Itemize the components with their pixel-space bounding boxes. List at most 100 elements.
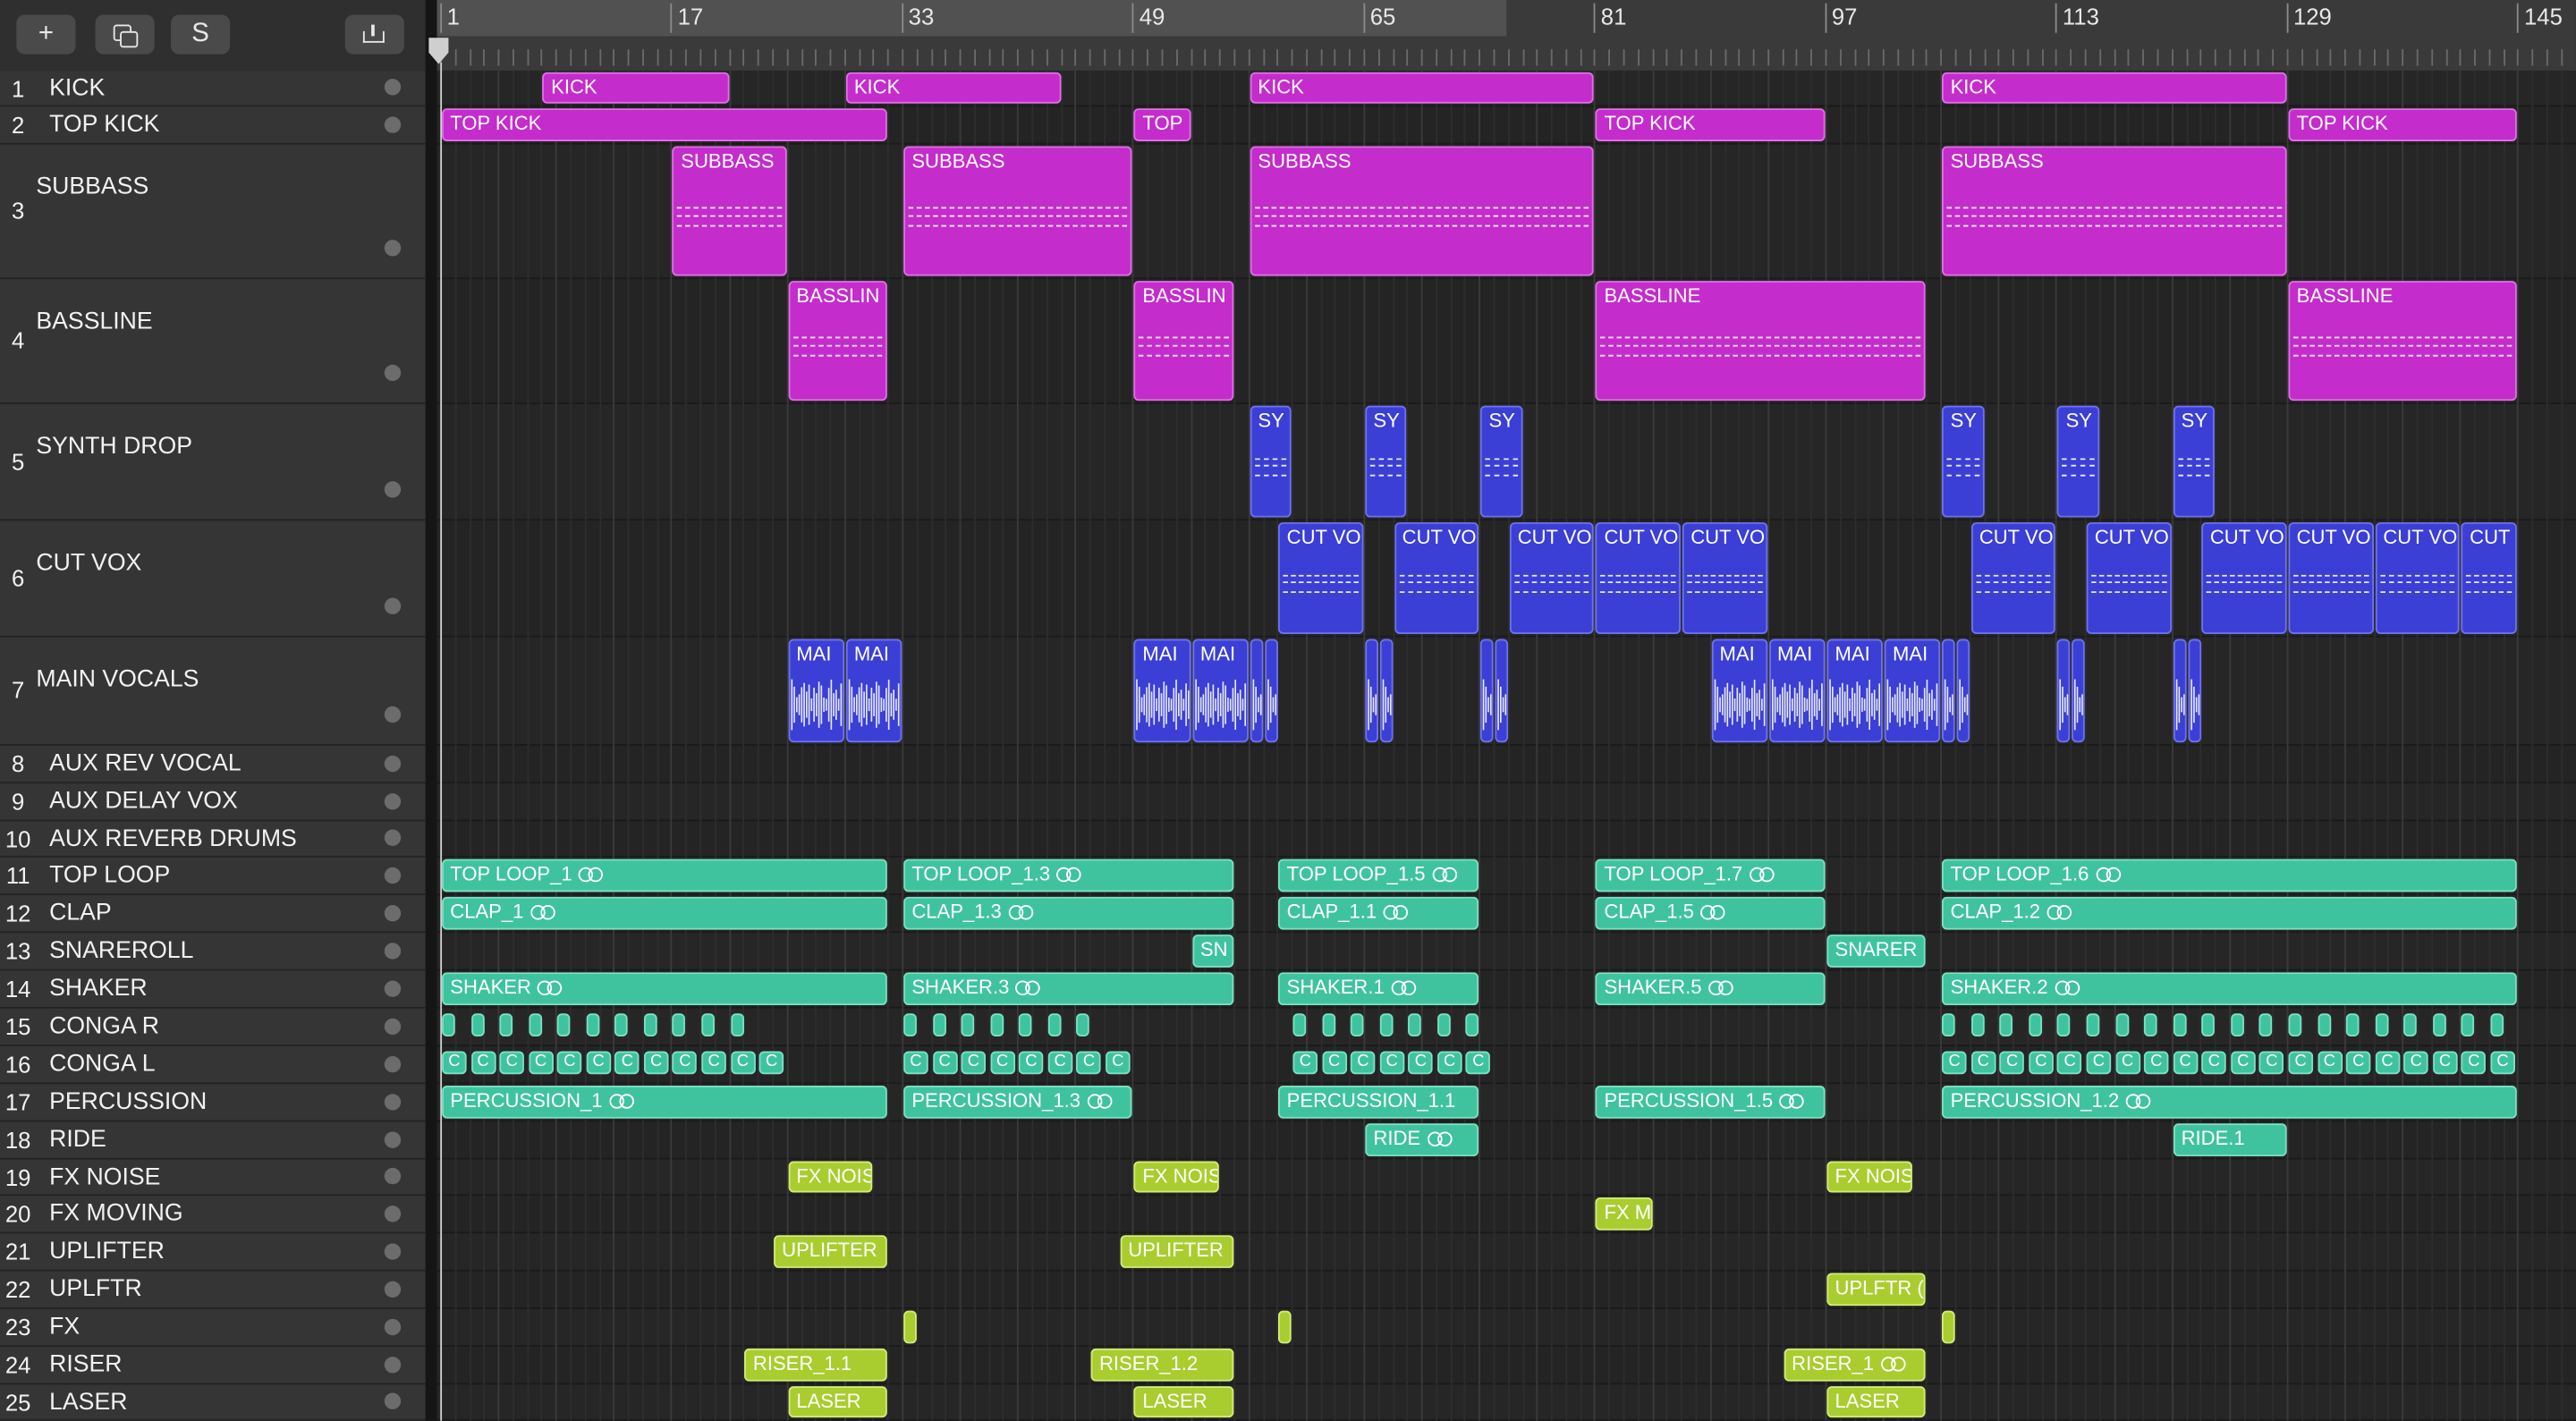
cycle-area[interactable] bbox=[436, 0, 1507, 37]
conga-region[interactable] bbox=[499, 1013, 513, 1036]
conga-region[interactable]: C bbox=[701, 1051, 726, 1075]
conga-region[interactable]: C bbox=[2144, 1051, 2169, 1075]
region[interactable] bbox=[1379, 639, 1394, 743]
region[interactable]: SUBBASS bbox=[1250, 146, 1595, 276]
track-record-button[interactable] bbox=[384, 1392, 402, 1409]
region[interactable]: KICK bbox=[845, 72, 1061, 104]
region[interactable] bbox=[1480, 639, 1494, 743]
region[interactable]: CUT VO bbox=[1394, 522, 1479, 634]
track-record-button[interactable] bbox=[384, 79, 402, 96]
track-record-button[interactable] bbox=[384, 706, 402, 723]
track-header[interactable]: 13 SNAREROLL bbox=[0, 933, 426, 971]
conga-region[interactable] bbox=[932, 1013, 946, 1036]
region[interactable]: UPLIFTER bbox=[1120, 1235, 1234, 1268]
region[interactable]: SNARER bbox=[1826, 935, 1927, 968]
conga-region[interactable]: C bbox=[1970, 1051, 1996, 1075]
playhead-icon[interactable] bbox=[428, 36, 451, 65]
region[interactable]: CUT VO bbox=[1509, 522, 1595, 634]
region[interactable]: CUT VO bbox=[2375, 522, 2461, 634]
conga-region[interactable] bbox=[1942, 1013, 1956, 1036]
region[interactable] bbox=[1956, 639, 1970, 743]
region[interactable]: FX NOIS bbox=[1826, 1161, 1912, 1193]
conga-region[interactable]: C bbox=[2345, 1051, 2371, 1075]
conga-region[interactable]: C bbox=[961, 1051, 987, 1075]
region[interactable]: CLAP_1 bbox=[442, 896, 888, 930]
region[interactable] bbox=[1942, 1310, 1956, 1344]
region[interactable] bbox=[1942, 639, 1956, 743]
track-header[interactable]: 8 AUX REV VOCAL bbox=[0, 746, 426, 784]
conga-region[interactable]: C bbox=[1379, 1051, 1404, 1075]
conga-region[interactable]: C bbox=[2029, 1051, 2054, 1075]
track-header[interactable]: 10 AUX REVERB DRUMS bbox=[0, 821, 426, 858]
region[interactable]: CUT VO bbox=[1970, 522, 2056, 634]
conga-region[interactable] bbox=[1970, 1013, 1985, 1036]
conga-region[interactable]: C bbox=[442, 1051, 467, 1075]
track-record-button[interactable] bbox=[384, 364, 402, 382]
region[interactable]: TOP KICK bbox=[1596, 108, 1826, 141]
conga-region[interactable]: C bbox=[2432, 1051, 2458, 1075]
conga-region[interactable] bbox=[2403, 1013, 2418, 1036]
conga-region[interactable] bbox=[2144, 1013, 2157, 1036]
region[interactable]: PERCUSSION_1.3 bbox=[903, 1086, 1133, 1119]
conga-region[interactable] bbox=[442, 1013, 455, 1036]
region[interactable]: RISER_1.1 bbox=[744, 1348, 888, 1382]
conga-region[interactable]: C bbox=[2173, 1051, 2198, 1075]
region[interactable]: MAI bbox=[1826, 639, 1884, 743]
region[interactable] bbox=[2072, 639, 2086, 743]
region[interactable]: CLAP_1.2 bbox=[1942, 896, 2518, 930]
region[interactable]: TOP KICK bbox=[2288, 108, 2518, 141]
track-header[interactable]: 2 TOP KICK bbox=[0, 106, 426, 145]
conga-region[interactable]: C bbox=[614, 1051, 640, 1075]
region[interactable]: KICK bbox=[1250, 72, 1595, 104]
region[interactable]: RIDE bbox=[1365, 1123, 1479, 1157]
conga-region[interactable]: C bbox=[2375, 1051, 2400, 1075]
conga-region[interactable]: C bbox=[730, 1051, 756, 1075]
conga-region[interactable] bbox=[2461, 1013, 2475, 1036]
track-header[interactable]: 18 RIDE bbox=[0, 1121, 426, 1160]
region[interactable]: SY bbox=[2057, 405, 2099, 518]
region[interactable]: UPLIFTER bbox=[773, 1235, 888, 1268]
track-header[interactable]: 7 MAIN VOCALS bbox=[0, 638, 426, 746]
region[interactable] bbox=[2173, 639, 2187, 743]
conga-region[interactable]: C bbox=[586, 1051, 611, 1075]
region[interactable] bbox=[1250, 639, 1263, 743]
region[interactable]: BASSLINE bbox=[2288, 281, 2518, 402]
region[interactable]: SY bbox=[1480, 405, 1522, 518]
conga-region[interactable]: C bbox=[1019, 1051, 1044, 1075]
track-record-button[interactable] bbox=[384, 866, 402, 884]
conga-region[interactable]: C bbox=[1408, 1051, 1434, 1075]
region[interactable]: RIDE.1 bbox=[2173, 1123, 2287, 1157]
track-header[interactable]: 11 TOP LOOP bbox=[0, 858, 426, 896]
track-header[interactable]: 25 LASER bbox=[0, 1384, 426, 1421]
region[interactable]: MAI bbox=[1711, 639, 1767, 743]
region[interactable]: MAI bbox=[845, 639, 902, 743]
bar-ruler[interactable]: 1 17 33 49 65 81 97 113 129 145 bbox=[436, 0, 2576, 71]
region[interactable] bbox=[1264, 639, 1278, 743]
region[interactable]: FX NOIS bbox=[788, 1161, 874, 1193]
conga-region[interactable] bbox=[1999, 1013, 2013, 1036]
region[interactable]: SHAKER.1 bbox=[1278, 972, 1479, 1006]
conga-region[interactable] bbox=[643, 1013, 657, 1036]
conga-region[interactable] bbox=[961, 1013, 975, 1036]
track-header[interactable]: 20 FX MOVING bbox=[0, 1196, 426, 1234]
region[interactable]: SHAKER bbox=[442, 972, 888, 1006]
conga-region[interactable] bbox=[2086, 1013, 2100, 1036]
conga-region[interactable] bbox=[614, 1013, 629, 1036]
conga-region[interactable]: C bbox=[2230, 1051, 2256, 1075]
track-header[interactable]: 24 RISER bbox=[0, 1347, 426, 1385]
region[interactable]: CLAP_1.3 bbox=[903, 896, 1234, 930]
track-record-button[interactable] bbox=[384, 942, 402, 959]
track-record-button[interactable] bbox=[384, 1317, 402, 1335]
region[interactable]: SY bbox=[2173, 405, 2215, 518]
region[interactable]: PERCUSSION_1.2 bbox=[1942, 1086, 2518, 1119]
s-button[interactable]: S bbox=[171, 14, 231, 55]
region[interactable]: FX NOIS bbox=[1134, 1161, 1220, 1193]
track-header[interactable]: 16 CONGA L bbox=[0, 1046, 426, 1085]
region[interactable]: LASER bbox=[1826, 1386, 1927, 1418]
region[interactable]: CUT VO bbox=[1278, 522, 1364, 634]
region[interactable]: MAI bbox=[1884, 639, 1941, 743]
region[interactable]: CUT VO bbox=[1682, 522, 1767, 634]
region[interactable]: SUBBASS bbox=[1942, 146, 2287, 276]
conga-region[interactable] bbox=[1351, 1013, 1364, 1036]
conga-region[interactable]: C bbox=[2490, 1051, 2515, 1075]
